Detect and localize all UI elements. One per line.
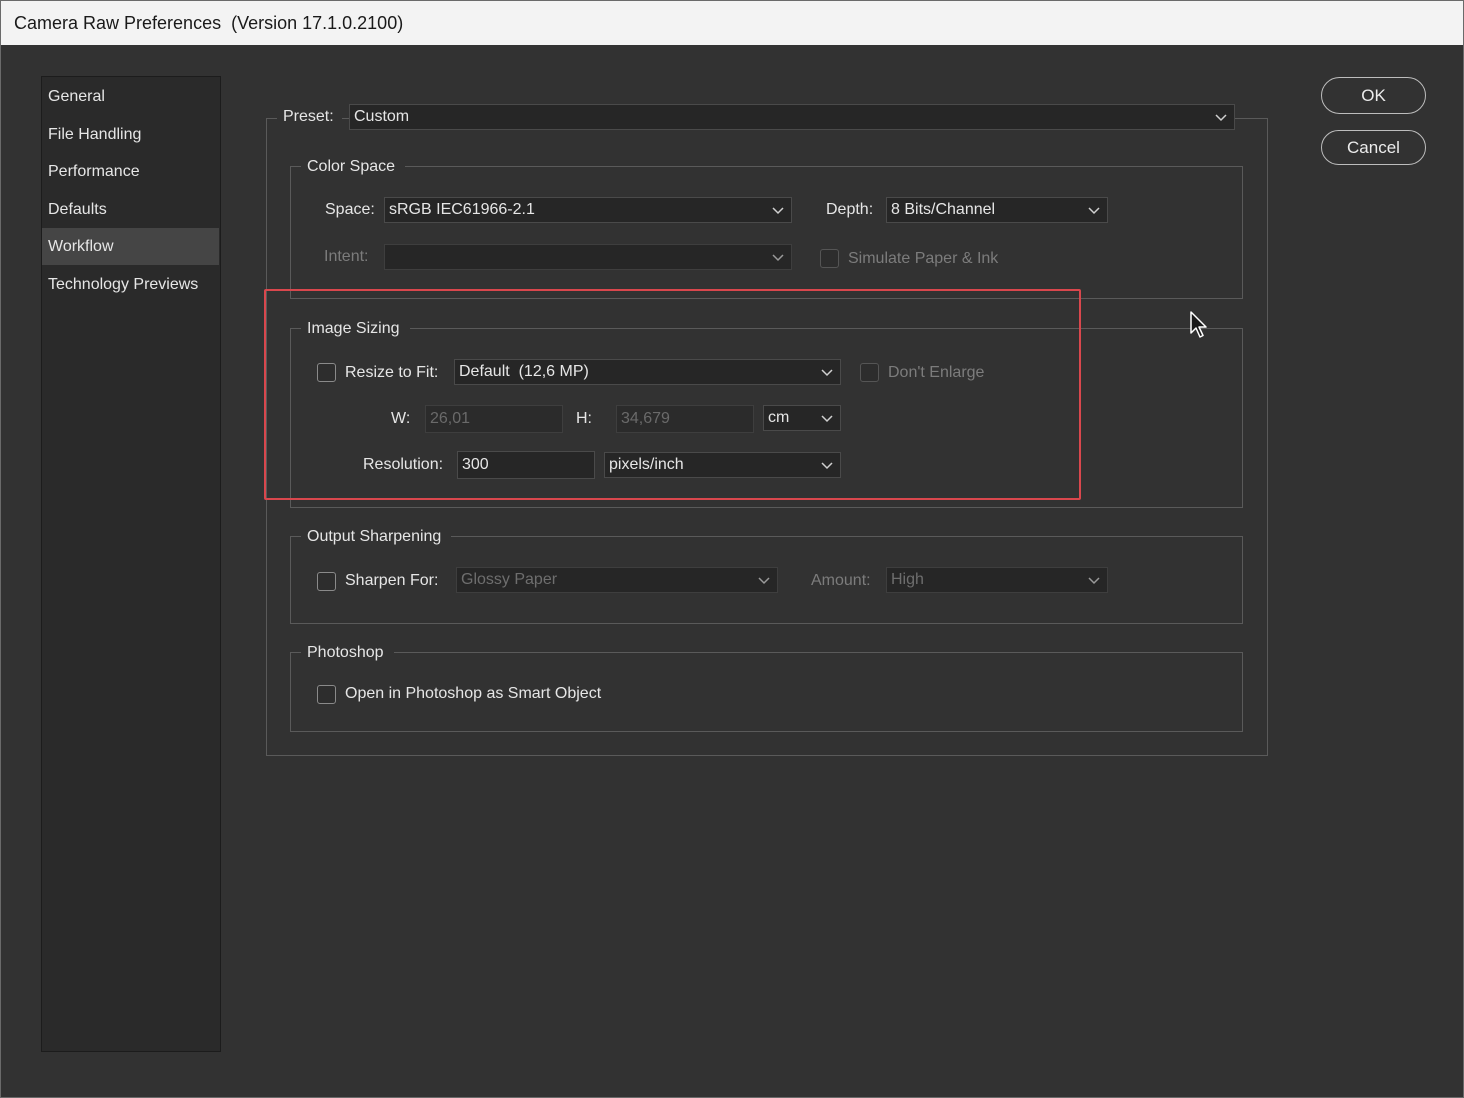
mouse-cursor-icon bbox=[1190, 311, 1210, 344]
sidebar-item-performance[interactable]: Performance bbox=[42, 153, 220, 190]
chevron-down-icon bbox=[819, 364, 835, 380]
ok-button[interactable]: OK bbox=[1321, 77, 1426, 114]
sharpen-for-checkbox[interactable] bbox=[317, 572, 336, 591]
width-input[interactable]: 26,01 bbox=[425, 405, 563, 433]
chevron-down-icon bbox=[770, 249, 786, 265]
resolution-input[interactable]: 300 bbox=[457, 451, 595, 479]
resize-to-fit-label: Resize to Fit: bbox=[345, 364, 439, 381]
sidebar-item-workflow[interactable]: Workflow bbox=[42, 228, 219, 265]
amount-value: High bbox=[891, 571, 924, 588]
space-value: sRGB IEC61966-2.1 bbox=[389, 201, 535, 218]
intent-label: Intent: bbox=[324, 248, 369, 265]
output-sharpening-legend: Output Sharpening bbox=[301, 527, 452, 547]
resize-to-fit-checkbox[interactable] bbox=[317, 363, 336, 382]
sidebar-item-file-handling[interactable]: File Handling bbox=[42, 116, 220, 153]
color-space-group bbox=[290, 166, 1243, 299]
window-title: Camera Raw Preferences (Version 17.1.0.2… bbox=[1, 1, 1463, 45]
simulate-paper-ink-label: Simulate Paper & Ink bbox=[848, 250, 999, 267]
resolution-label: Resolution: bbox=[363, 456, 444, 473]
amount-label: Amount: bbox=[811, 572, 871, 589]
resolution-unit-value: pixels/inch bbox=[609, 456, 684, 473]
chevron-down-icon bbox=[756, 572, 772, 588]
cancel-button[interactable]: Cancel bbox=[1321, 130, 1426, 165]
resize-to-fit-select[interactable]: Default (12,6 MP) bbox=[454, 359, 841, 385]
resolution-unit-select[interactable]: pixels/inch bbox=[604, 452, 841, 478]
height-label: H: bbox=[576, 410, 592, 427]
dont-enlarge-label: Don't Enlarge bbox=[888, 364, 985, 381]
sidebar-item-general[interactable]: General bbox=[42, 78, 220, 115]
sidebar-item-technology-previews[interactable]: Technology Previews bbox=[42, 266, 220, 303]
height-input[interactable]: 34,679 bbox=[616, 405, 754, 433]
space-label: Space: bbox=[325, 201, 375, 218]
chevron-down-icon bbox=[1086, 202, 1102, 218]
color-space-legend: Color Space bbox=[301, 157, 406, 177]
depth-select[interactable]: 8 Bits/Channel bbox=[886, 197, 1108, 223]
intent-select[interactable] bbox=[384, 244, 792, 270]
simulate-paper-ink-checkbox[interactable] bbox=[820, 249, 839, 268]
size-unit-value: cm bbox=[768, 409, 790, 426]
space-select[interactable]: sRGB IEC61966-2.1 bbox=[384, 197, 792, 223]
sidebar-item-defaults[interactable]: Defaults bbox=[42, 191, 220, 228]
chevron-down-icon bbox=[1213, 109, 1229, 125]
sharpen-for-select[interactable]: Glossy Paper bbox=[456, 567, 778, 593]
depth-value: 8 Bits/Channel bbox=[891, 201, 996, 218]
preset-value: Custom bbox=[354, 108, 410, 125]
chevron-down-icon bbox=[1086, 572, 1102, 588]
resize-to-fit-value: Default (12,6 MP) bbox=[459, 363, 589, 380]
smart-object-label: Open in Photoshop as Smart Object bbox=[345, 685, 602, 702]
sharpen-for-label: Sharpen For: bbox=[345, 572, 439, 589]
chevron-down-icon bbox=[819, 457, 835, 473]
preferences-window: Camera Raw Preferences (Version 17.1.0.2… bbox=[0, 0, 1464, 1098]
preset-select[interactable]: Custom bbox=[349, 104, 1235, 130]
smart-object-checkbox[interactable] bbox=[317, 685, 336, 704]
chevron-down-icon bbox=[819, 410, 835, 426]
dont-enlarge-checkbox[interactable] bbox=[860, 363, 879, 382]
preset-label: Preset: bbox=[277, 107, 342, 127]
size-unit-select[interactable]: cm bbox=[763, 405, 841, 431]
chevron-down-icon bbox=[770, 202, 786, 218]
sharpen-for-value: Glossy Paper bbox=[461, 571, 558, 588]
photoshop-legend: Photoshop bbox=[301, 643, 394, 663]
image-sizing-legend: Image Sizing bbox=[301, 319, 410, 339]
amount-select[interactable]: High bbox=[886, 567, 1108, 593]
width-label: W: bbox=[391, 410, 411, 427]
depth-label: Depth: bbox=[826, 201, 874, 218]
sidebar: General File Handling Performance Defaul… bbox=[41, 76, 221, 1052]
